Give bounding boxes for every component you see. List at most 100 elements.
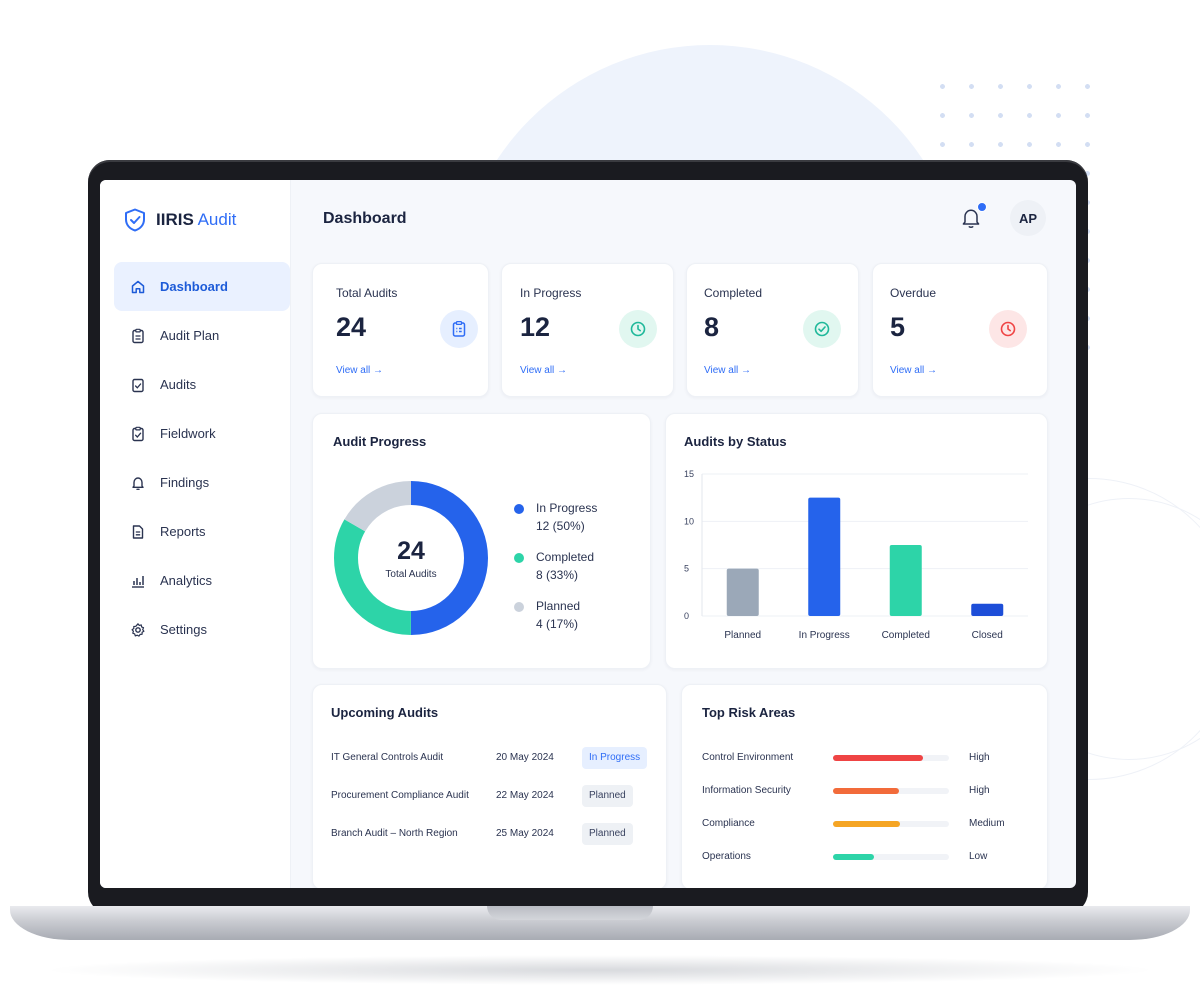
bar-chart-icon — [132, 575, 144, 588]
laptop-shadow — [40, 955, 1160, 985]
view-all-link[interactable]: View all → — [336, 365, 383, 376]
kpi-label: Completed — [704, 286, 763, 300]
y-tick-label: 0 — [684, 611, 689, 621]
bell-icon — [132, 476, 144, 490]
risk-row[interactable]: Control Environment High — [702, 749, 1022, 767]
sidebar-item-audit-plan[interactable]: Audit Plan — [114, 311, 290, 360]
audit-date: 20 May 2024 — [496, 752, 554, 763]
sidebar-item-label: Settings — [160, 622, 207, 637]
risk-area-name: Operations — [702, 851, 751, 862]
kpi-card-overdue[interactable]: Overdue 5 View all → — [872, 263, 1048, 397]
sidebar-item-label: Reports — [160, 524, 206, 539]
clipboard-icon — [440, 310, 478, 348]
legend-item: In Progress 12 (50%) — [514, 499, 597, 548]
checklist-icon — [132, 378, 144, 392]
donut-chart — [334, 481, 488, 635]
legend-swatch — [514, 602, 524, 612]
notification-badge — [977, 202, 987, 212]
x-tick-label: Closed — [972, 630, 1003, 641]
risk-area-name: Compliance — [702, 818, 755, 829]
sidebar-item-fieldwork[interactable]: Fieldwork — [114, 409, 290, 458]
kpi-value: 24 — [336, 312, 367, 342]
x-tick-label: Completed — [882, 630, 930, 641]
shield-icon — [125, 208, 145, 232]
sidebar-item-analytics[interactable]: Analytics — [114, 556, 290, 605]
audits-by-status-card: Audits by Status 0 5 10 15 Planned In Progres… — [665, 413, 1048, 669]
risk-bar-track — [833, 854, 949, 860]
kpi-label: Total Audits — [336, 286, 398, 300]
risk-area-name: Control Environment — [702, 752, 794, 763]
top-risk-areas-card: Top Risk Areas Control Environment High In… — [681, 684, 1048, 888]
avatar[interactable]: AP — [1010, 200, 1046, 236]
clipboard-icon — [132, 328, 144, 343]
brand-logo[interactable]: IIRIS Audit — [124, 208, 236, 232]
sidebar-item-dashboard[interactable]: Dashboard — [114, 262, 290, 311]
status-badge: Planned — [582, 823, 633, 845]
risk-bar-track — [833, 788, 949, 794]
legend-label: Planned — [536, 599, 581, 613]
risk-bar-track — [833, 821, 949, 827]
risk-level: Low — [969, 851, 988, 862]
bar-in-progress — [808, 497, 841, 616]
audit-name: IT General Controls Audit — [331, 752, 444, 763]
y-tick-label: 5 — [684, 564, 689, 574]
legend-value: 8 (33%) — [536, 568, 579, 582]
sidebar-item-reports[interactable]: Reports — [114, 507, 290, 556]
legend-swatch — [514, 504, 524, 514]
kpi-card-total-audits[interactable]: Total Audits 24 View all → — [312, 263, 489, 397]
view-all-link[interactable]: View all → — [704, 365, 751, 376]
sidebar-item-findings[interactable]: Findings — [114, 458, 290, 507]
card-title: Upcoming Audits — [331, 705, 439, 720]
bar-planned — [726, 568, 759, 616]
bar-completed — [889, 545, 922, 616]
sidebar-item-label: Analytics — [160, 573, 213, 588]
sidebar-item-label: Audit Plan — [160, 328, 220, 343]
sidebar: IIRIS Audit Dashboard Audit Plan Audits … — [100, 180, 291, 888]
chart-legend: In Progress 12 (50%) Completed 8 (33%) P… — [514, 499, 597, 646]
card-title: Audit Progress — [333, 434, 427, 449]
laptop-notch — [487, 906, 653, 920]
bar-closed — [971, 603, 1004, 616]
brand-name: IIRIS Audit — [156, 210, 237, 229]
upcoming-audits-card: Upcoming Audits IT General Controls Audi… — [312, 684, 667, 888]
sidebar-item-audits[interactable]: Audits — [114, 360, 290, 409]
table-row[interactable]: IT General Controls Audit 20 May 2024 In… — [331, 747, 651, 769]
y-tick-label: 15 — [684, 469, 694, 479]
sidebar-item-label: Audits — [160, 377, 197, 392]
audit-progress-card: Audit Progress 24 Total Audits In Progre… — [312, 413, 651, 669]
audit-date: 25 May 2024 — [496, 828, 554, 839]
risk-row[interactable]: Compliance Medium — [702, 815, 1022, 833]
legend-label: In Progress — [536, 501, 598, 515]
sidebar-item-label: Findings — [160, 475, 210, 490]
risk-bar-fill — [833, 821, 901, 827]
table-row[interactable]: Branch Audit – North Region 25 May 2024 … — [331, 823, 651, 845]
view-all-link[interactable]: View all → — [520, 365, 567, 376]
sidebar-item-label: Fieldwork — [160, 426, 216, 441]
risk-area-name: Information Security — [702, 785, 791, 796]
document-icon — [132, 524, 144, 539]
sidebar-item-label: Dashboard — [160, 279, 228, 294]
clock-icon — [989, 310, 1027, 348]
legend-value: 4 (17%) — [536, 617, 579, 631]
gear-icon — [131, 622, 145, 637]
app-screen: IIRIS Audit Dashboard Audit Plan Audits … — [100, 180, 1076, 888]
risk-level: High — [969, 752, 990, 763]
kpi-label: Overdue — [890, 286, 937, 300]
table-row[interactable]: Procurement Compliance Audit 22 May 2024… — [331, 785, 651, 807]
kpi-card-in-progress[interactable]: In Progress 12 View all → — [501, 263, 674, 397]
page-title: Dashboard — [323, 210, 407, 227]
risk-bar-track — [833, 755, 949, 761]
risk-level: High — [969, 785, 990, 796]
clock-icon — [619, 310, 657, 348]
legend-item: Completed 8 (33%) — [514, 548, 597, 597]
x-tick-label: Planned — [724, 630, 761, 641]
risk-bar-fill — [833, 854, 874, 860]
view-all-link[interactable]: View all → — [890, 365, 937, 376]
risk-row[interactable]: Information Security High — [702, 782, 1022, 800]
kpi-card-completed[interactable]: Completed 8 View all → — [686, 263, 859, 397]
card-title: Audits by Status — [684, 434, 787, 449]
sidebar-nav: Dashboard Audit Plan Audits Fieldwork Fi… — [114, 262, 290, 654]
audit-name: Branch Audit – North Region — [331, 828, 458, 839]
risk-row[interactable]: Operations Low — [702, 848, 1022, 866]
sidebar-item-settings[interactable]: Settings — [114, 605, 290, 654]
